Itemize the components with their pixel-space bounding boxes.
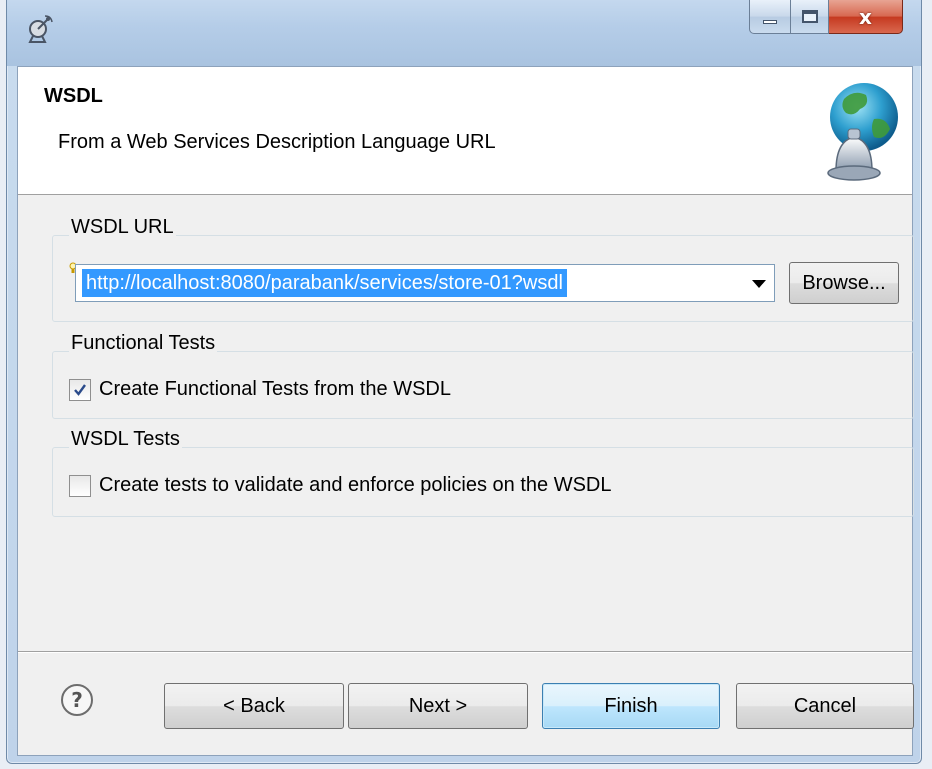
svg-text:?: ? [71, 688, 83, 712]
back-button[interactable]: < Back [164, 683, 344, 729]
wizard-header: WSDL From a Web Services Description Lan… [18, 67, 912, 195]
wsdl-tests-group: WSDL Tests Create tests to validate and … [52, 428, 914, 517]
functional-tests-group: Functional Tests Create Functional Tests… [52, 332, 914, 419]
wsdl-tests-option[interactable]: Create tests to validate and enforce pol… [69, 474, 612, 497]
close-icon: x [859, 4, 872, 29]
checkmark-icon [74, 383, 86, 396]
functional-tests-option[interactable]: Create Functional Tests from the WSDL [69, 378, 451, 401]
wsdl-url-value[interactable]: http://localhost:8080/parabank/services/… [82, 269, 567, 297]
page-title: WSDL [44, 85, 103, 107]
finish-button[interactable]: Finish [542, 683, 720, 729]
dialog-client-area: WSDL From a Web Services Description Lan… [17, 66, 914, 756]
maximize-button[interactable] [791, 0, 829, 34]
next-button[interactable]: Next > [348, 683, 528, 729]
satellite-dish-icon [28, 15, 53, 43]
wsdl-url-combobox[interactable]: http://localhost:8080/parabank/services/… [75, 264, 775, 302]
wsdl-tests-checkbox-label[interactable]: Create tests to validate and enforce pol… [99, 474, 612, 497]
wsdl-url-group-label: WSDL URL [69, 216, 176, 239]
wsdl-tests-checkbox[interactable] [69, 474, 91, 497]
functional-tests-group-label: Functional Tests [69, 332, 218, 355]
close-button[interactable]: x [829, 0, 903, 34]
help-icon[interactable]: ? [60, 683, 94, 717]
functional-tests-checkbox[interactable] [69, 378, 91, 401]
globe-service-icon [827, 83, 898, 181]
title-bar[interactable]: x [7, 0, 921, 66]
cancel-button[interactable]: Cancel [736, 683, 914, 729]
wsdl-tests-group-label: WSDL Tests [69, 428, 182, 451]
browse-button[interactable]: Browse... [789, 262, 899, 304]
dialog-window: x WSDL From a Web Services Description L… [6, 0, 922, 764]
wsdl-url-group: WSDL URL http://localhost:8080/parabank/… [52, 216, 914, 322]
footer-separator [18, 651, 912, 653]
functional-tests-checkbox-label[interactable]: Create Functional Tests from the WSDL [99, 378, 451, 401]
dropdown-arrow-icon[interactable] [752, 280, 766, 288]
page-description: From a Web Services Description Language… [58, 131, 496, 153]
minimize-icon [763, 19, 777, 24]
minimize-button[interactable] [749, 0, 791, 34]
maximize-icon [801, 10, 818, 23]
